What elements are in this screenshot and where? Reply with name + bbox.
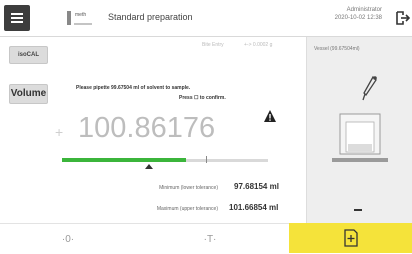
method-name[interactable]: Standard preparation [108, 12, 193, 22]
min-tolerance-label: Minimum (lower tolerance) [159, 185, 218, 191]
svg-text:·0·: ·0· [62, 234, 74, 245]
confirm-document-icon [344, 229, 358, 247]
svg-text:·T·: ·T· [204, 234, 217, 245]
vessel-label: Vessel (99.67504ml) [314, 46, 360, 52]
beaker-icon [332, 113, 388, 162]
iso-cal-button[interactable]: isoCAL [9, 46, 48, 64]
zero-icon: ·0· [62, 234, 74, 245]
user-name: Administrator [346, 7, 382, 13]
method-icon: meth [67, 11, 92, 25]
datetime: 2020-10-02 12:38 [334, 15, 382, 21]
max-tolerance-value: 101.66854 ml [229, 203, 279, 212]
weight-reading: 100.86176 [78, 112, 216, 144]
menu-button[interactable] [4, 5, 30, 31]
tolerance-bar-fill [62, 158, 186, 162]
vessel-indicator [354, 209, 362, 211]
status-entry: Bite Entry [202, 42, 224, 48]
volume-button[interactable]: Volume [9, 84, 48, 104]
tare-icon: ·T· [204, 234, 217, 245]
tare-button[interactable]: ·T· [196, 231, 224, 245]
warning-icon [264, 110, 276, 122]
max-tolerance-label: Maximum (upper tolerance) [156, 206, 218, 212]
svg-text:meth: meth [75, 12, 86, 18]
logout-icon[interactable] [394, 10, 410, 26]
zero-button[interactable]: ·0· [54, 231, 82, 245]
instruction-line-1: Please pipette 99.67504 ml of solvent to… [76, 85, 191, 91]
pipette-icon [362, 75, 377, 101]
tolerance-bar-target-tick [206, 156, 207, 163]
instruction-line-2: Press ☐ to confirm. [179, 95, 226, 101]
reading-sign: + [55, 124, 64, 140]
status-readability: +-> 0.0002 g [244, 42, 273, 48]
tolerance-bar-indicator [145, 164, 153, 169]
user-info: Administrator 2020-10-02 12:38 [335, 6, 382, 22]
min-tolerance-value: 97.68154 ml [234, 182, 279, 191]
